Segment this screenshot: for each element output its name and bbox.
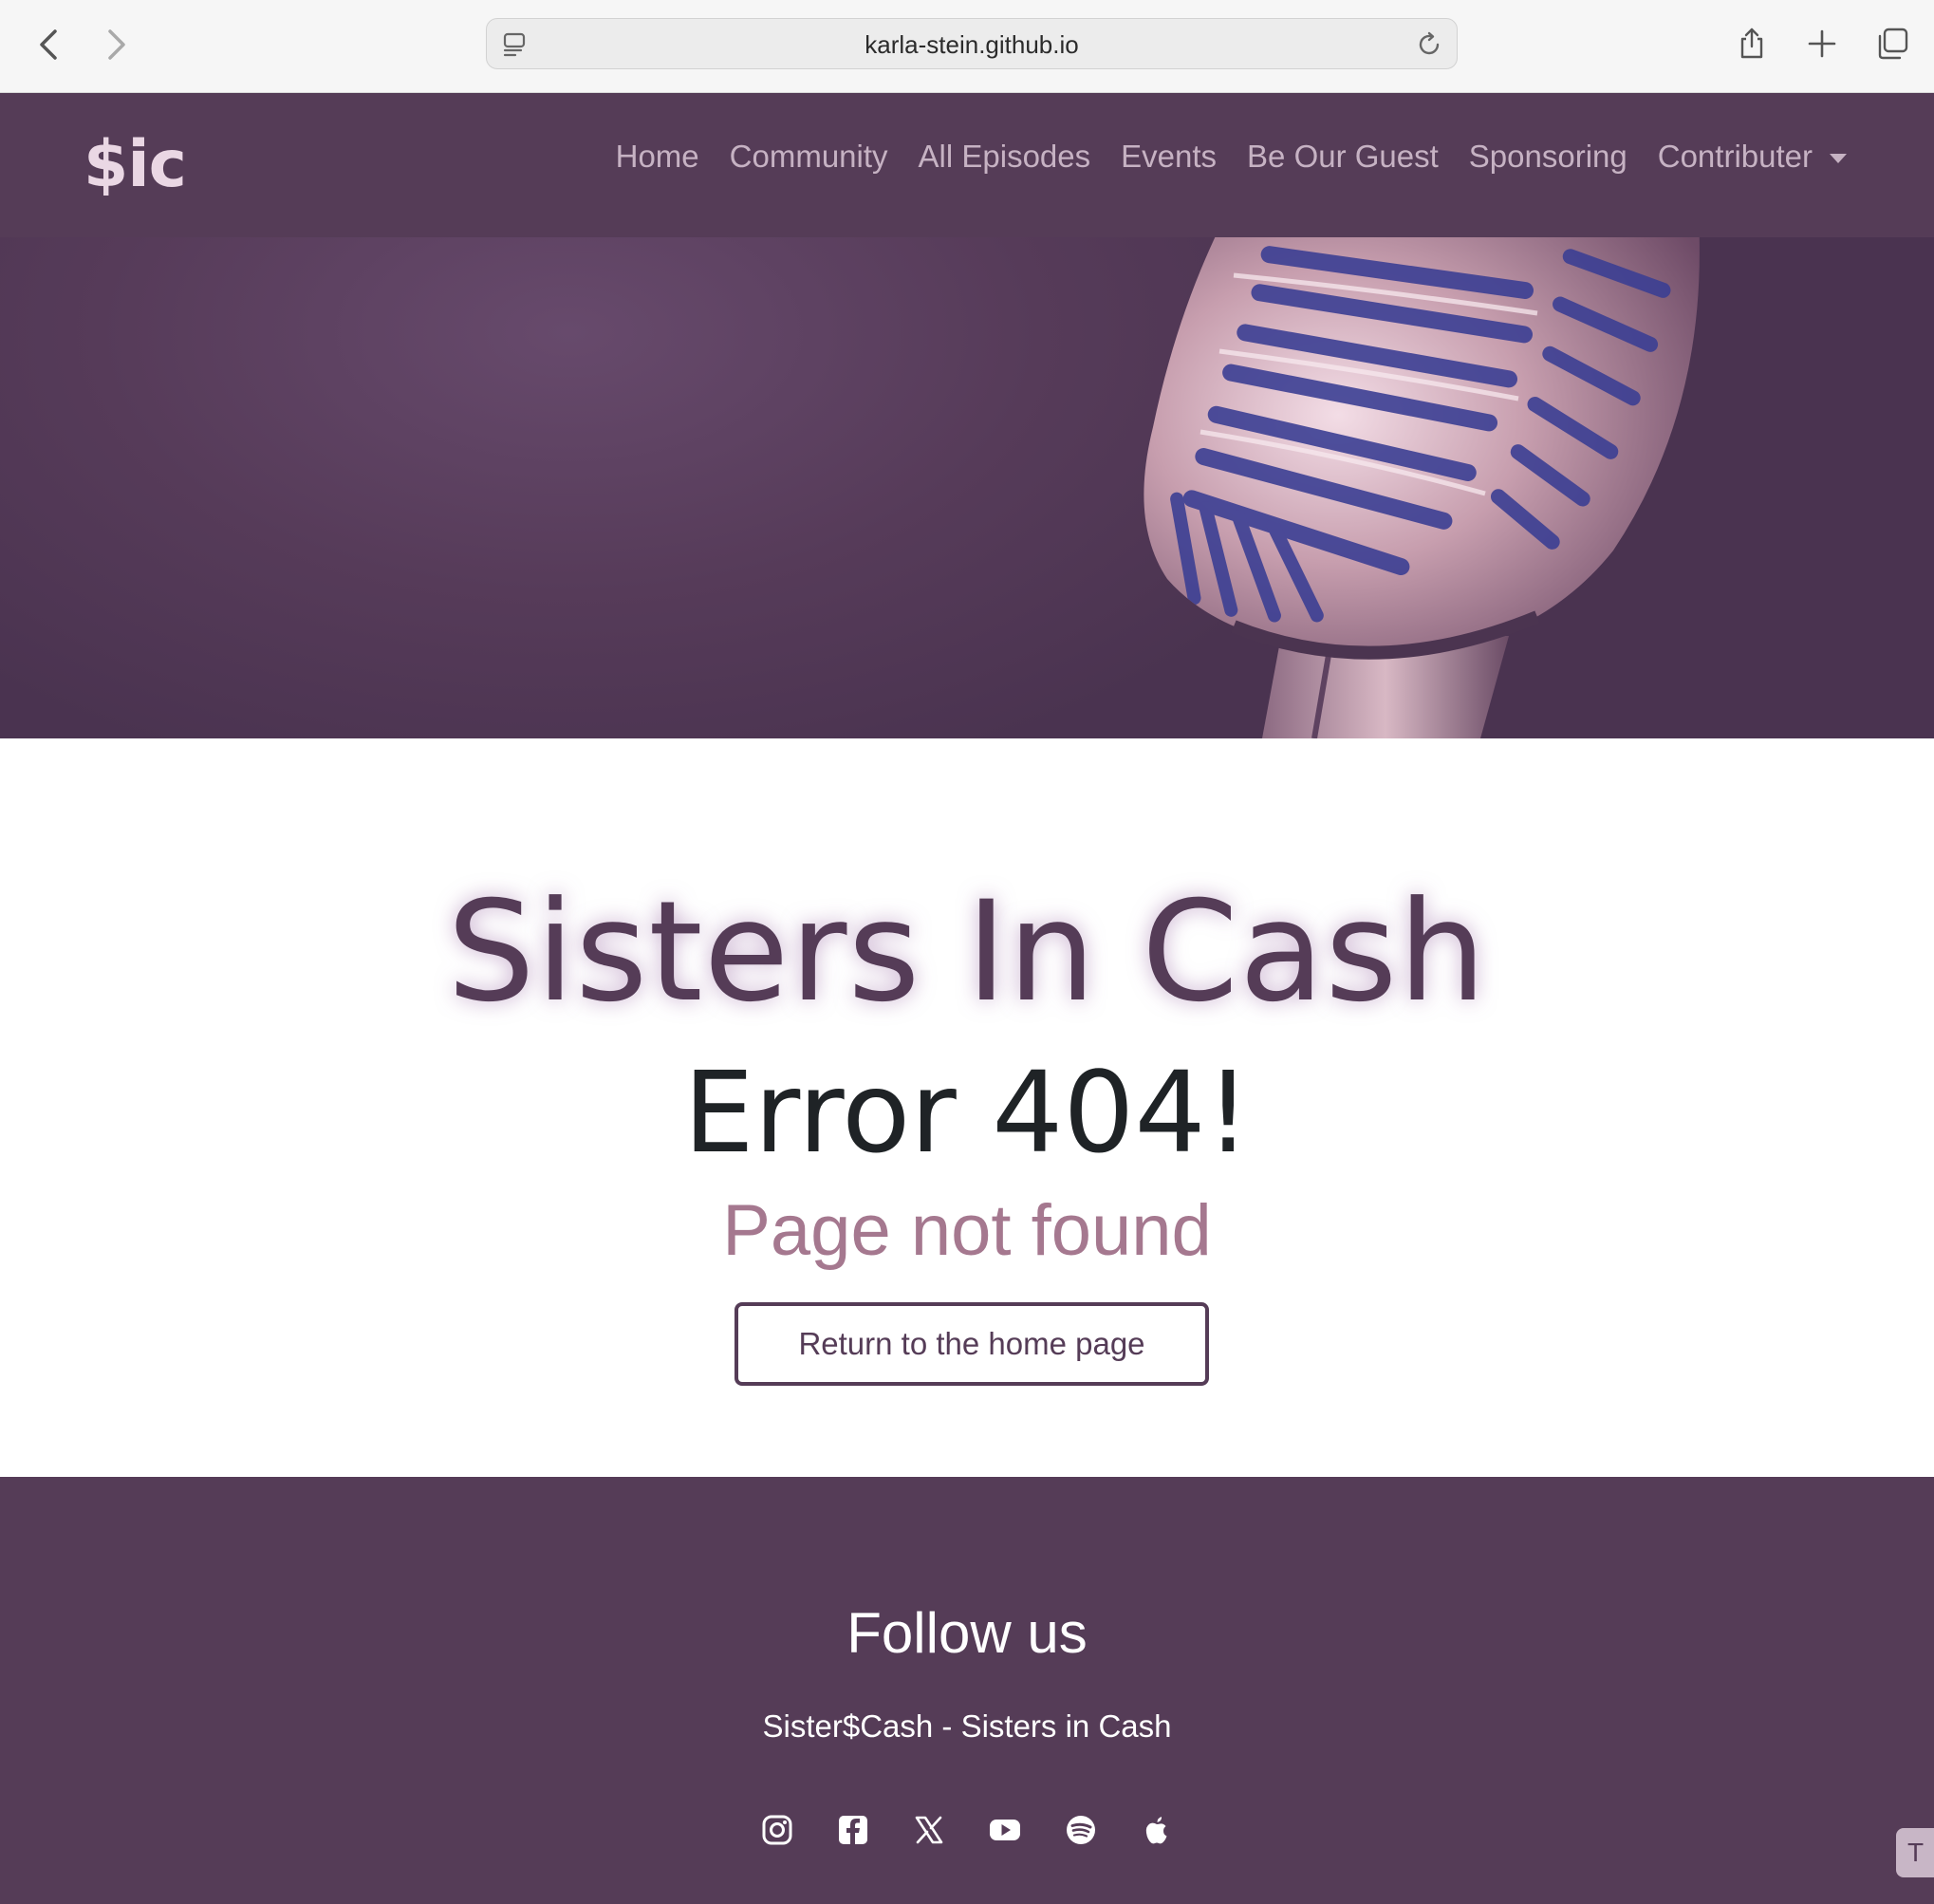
nav-all-episodes[interactable]: All Episodes [919, 139, 1091, 175]
forward-button[interactable] [93, 21, 140, 68]
instagram-icon [762, 1815, 792, 1845]
forward-icon [108, 29, 125, 60]
nav-contributer-dropdown[interactable]: Contributer [1658, 139, 1847, 175]
youtube-icon [990, 1820, 1020, 1840]
share-icon [1740, 28, 1763, 59]
tabs-overview-button[interactable] [1869, 21, 1915, 66]
nav-links: Home Community All Episodes Events Be Ou… [616, 139, 1847, 175]
youtube-link[interactable] [988, 1813, 1022, 1847]
nav-community[interactable]: Community [730, 139, 888, 175]
back-button[interactable] [25, 21, 72, 68]
nav-home[interactable]: Home [616, 139, 699, 175]
x-link[interactable] [912, 1813, 946, 1847]
nav-events[interactable]: Events [1121, 139, 1217, 175]
hero-banner [0, 237, 1934, 738]
floating-tab-label: T [1907, 1838, 1925, 1867]
url-text: karla-stein.github.io [865, 30, 1079, 59]
back-icon [40, 29, 57, 60]
footer-tagline: Sister$Cash - Sisters in Cash [762, 1708, 1172, 1744]
return-home-button[interactable]: Return to the home page [735, 1302, 1209, 1386]
page-title: Sisters In Cash [447, 871, 1487, 1033]
x-icon [915, 1816, 943, 1844]
spotify-link[interactable] [1064, 1813, 1098, 1847]
instagram-link[interactable] [760, 1813, 794, 1847]
tabs-overview-icon [1878, 28, 1908, 60]
social-links [0, 1813, 1934, 1847]
nav-sponsoring[interactable]: Sponsoring [1469, 139, 1627, 175]
share-button[interactable] [1729, 21, 1775, 66]
main-content: Sisters In Cash Error 404! Page not foun… [0, 738, 1934, 1477]
new-tab-button[interactable] [1799, 21, 1845, 66]
floating-tab[interactable]: T [1896, 1828, 1934, 1877]
address-bar[interactable]: karla-stein.github.io [486, 18, 1458, 69]
brand-logo[interactable]: $ic [84, 127, 187, 202]
facebook-icon [839, 1816, 867, 1844]
apple-icon [1145, 1817, 1167, 1844]
nav-be-our-guest[interactable]: Be Our Guest [1247, 139, 1439, 175]
site-navbar: $ic Home Community All Episodes Events B… [0, 93, 1934, 237]
reload-icon[interactable] [1415, 30, 1443, 59]
caret-down-icon [1830, 154, 1847, 164]
footer: Follow us Sister$Cash - Sisters in Cash [0, 1477, 1934, 1904]
microphone-image [1144, 237, 1700, 738]
error-subtitle: Page not found [722, 1190, 1212, 1271]
browser-toolbar: karla-stein.github.io [0, 0, 1934, 93]
error-heading: Error 404! [683, 1047, 1251, 1178]
follow-heading: Follow us [846, 1601, 1088, 1665]
facebook-link[interactable] [836, 1813, 870, 1847]
nav-contributer-label: Contributer [1657, 139, 1813, 174]
new-tab-icon [1808, 29, 1836, 58]
spotify-icon [1067, 1816, 1095, 1844]
apple-podcasts-link[interactable] [1140, 1813, 1174, 1847]
